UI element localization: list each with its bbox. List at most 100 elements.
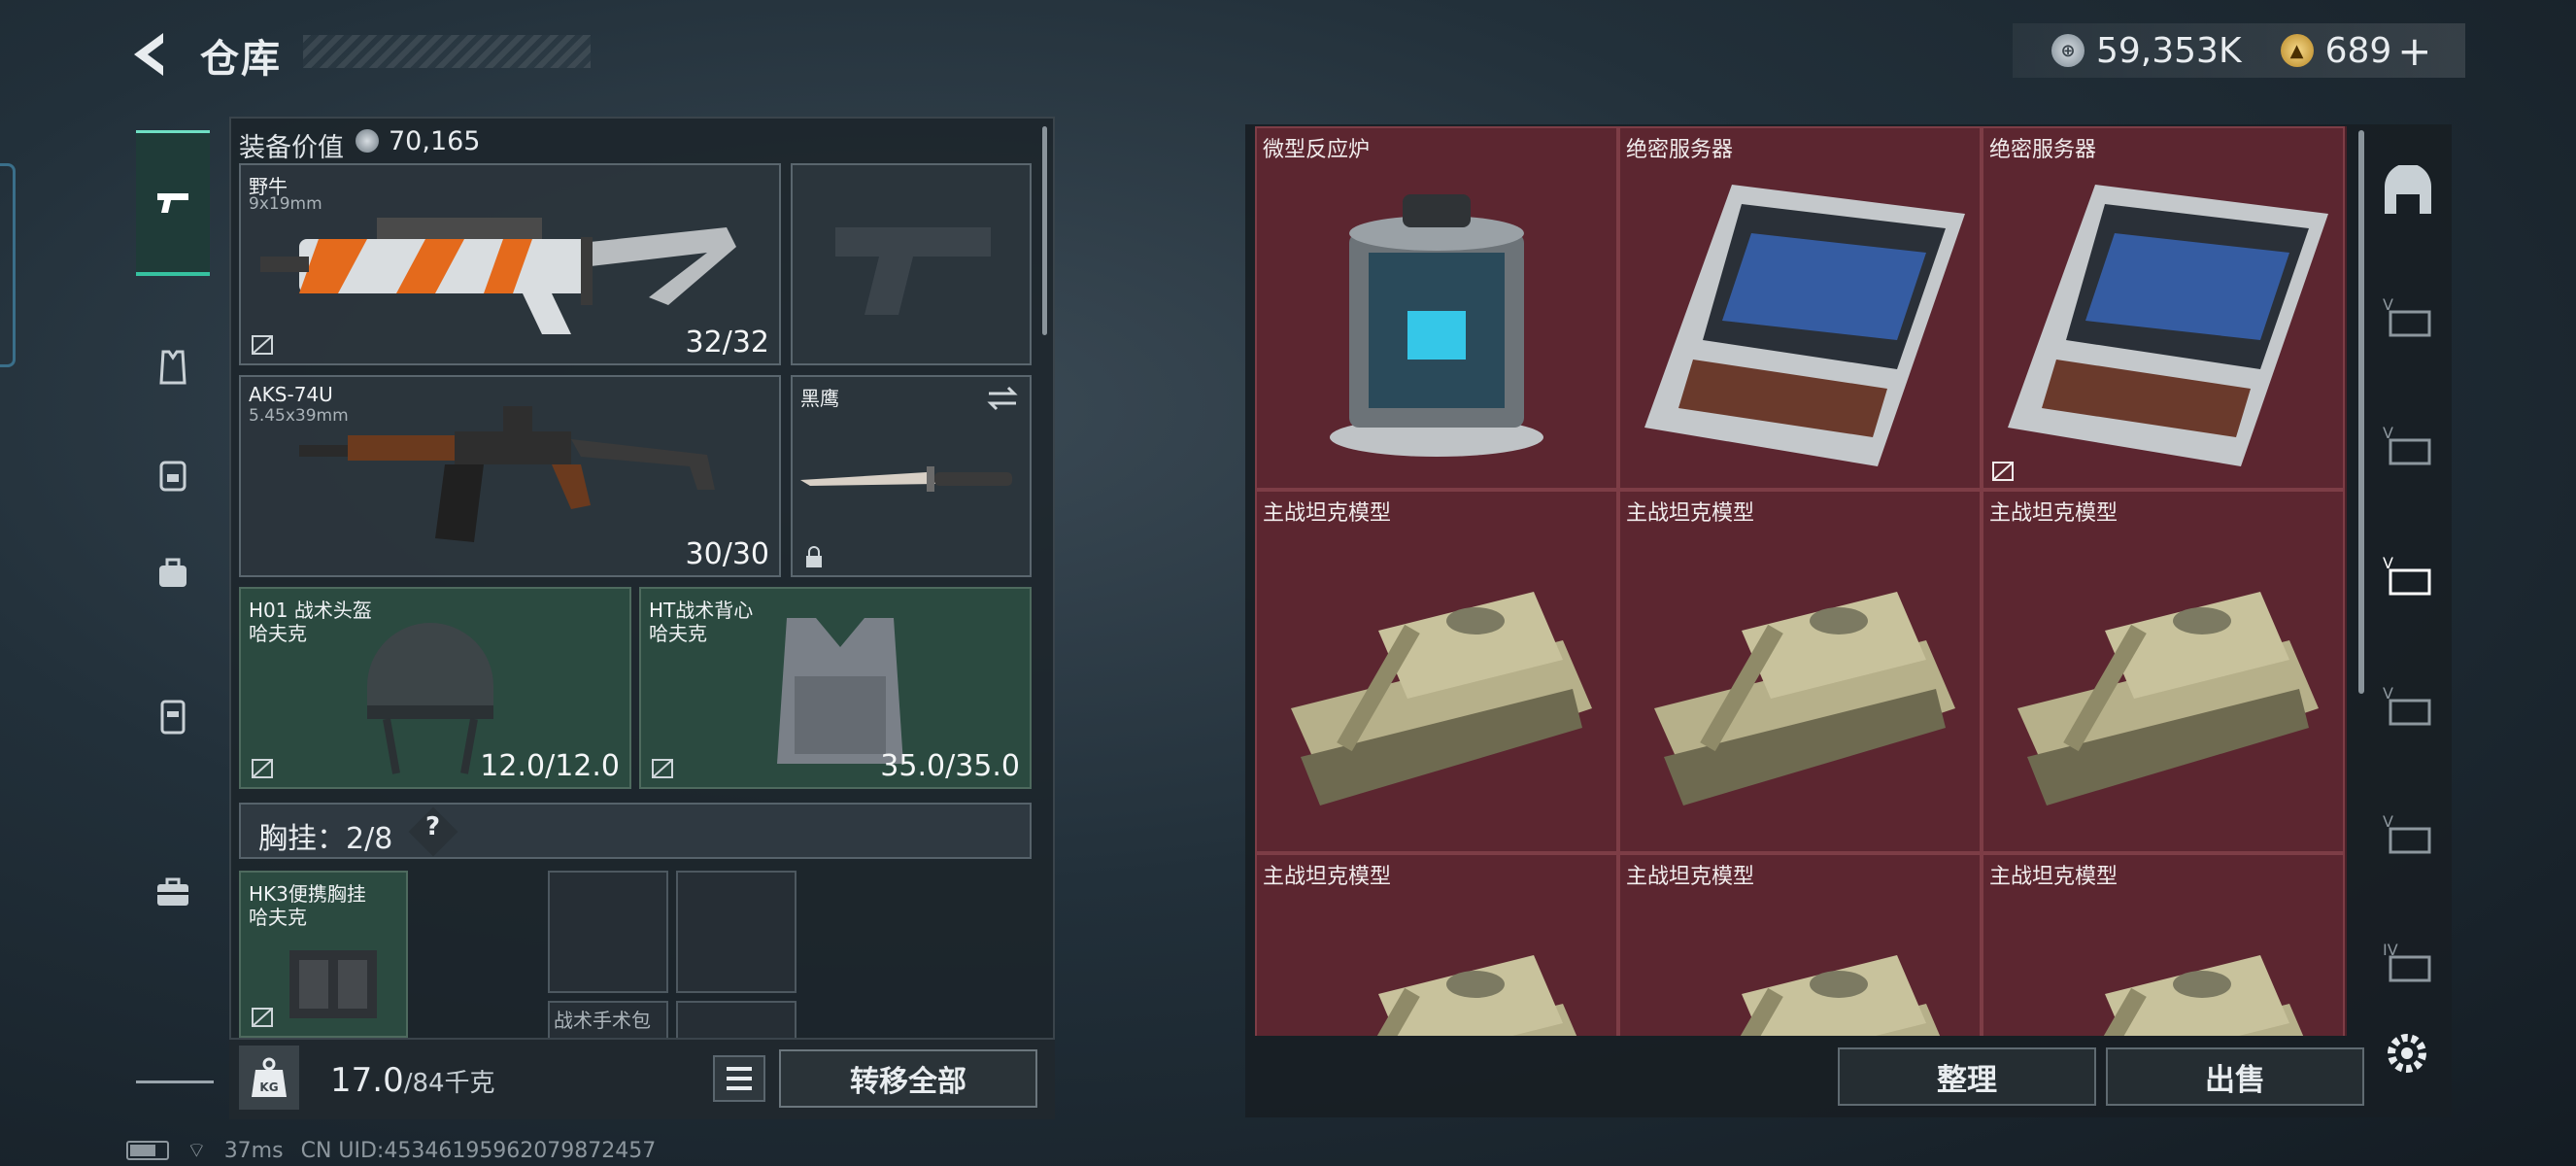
- equipment-scrollbar[interactable]: [1042, 126, 1047, 335]
- ping-readout: 37ms: [223, 1138, 284, 1163]
- list-icon: [727, 1067, 752, 1071]
- melee-name: 黑鹰: [800, 387, 839, 410]
- tab-weapons[interactable]: [136, 130, 210, 276]
- storage-item-reactor[interactable]: 微型反应炉: [1255, 126, 1618, 490]
- kg-label: KG: [259, 1080, 278, 1094]
- tab-case[interactable]: [136, 669, 210, 766]
- user-uid: CN UID:4534619596207987​2457: [300, 1138, 657, 1163]
- tank-image: [1291, 591, 1592, 806]
- swap-icon[interactable]: [985, 385, 1020, 412]
- pocket-slot-label: 战术手术包: [554, 1009, 651, 1032]
- back-arrow-icon[interactable]: [124, 27, 179, 82]
- armor-durability: 35.0/35.0: [880, 749, 1020, 783]
- storage-item-tank[interactable]: 主战坦克模型: [1255, 853, 1618, 1036]
- storage-item-name: 主战坦克模型: [1626, 501, 1755, 526]
- storage-item-tank[interactable]: 主战坦克模型: [1618, 853, 1982, 1036]
- storage-item-name: 绝密服务器: [1626, 138, 1734, 162]
- reactor-image: [1330, 193, 1543, 457]
- help-icon[interactable]: ?: [425, 812, 440, 841]
- storage-item-server[interactable]: 绝密服务器: [1982, 126, 2345, 490]
- primary-weapon-slot[interactable]: 野牛 9x19mm 32/32: [239, 163, 781, 365]
- currency-bar: ⊕ 59,353K ▲ 689 +: [2013, 23, 2465, 78]
- secondary-weapon-slot[interactable]: AKS-74U 5.45x39mm 30/30: [239, 375, 781, 577]
- equipment-value: 70,165: [389, 126, 481, 156]
- equipment-value-label: 装备价值: [239, 133, 344, 163]
- storage-box-icon: V: [2383, 554, 2431, 596]
- storage-item-name: 主战坦克模型: [1626, 865, 1755, 889]
- storage-item-tank[interactable]: 主战坦克模型: [1982, 490, 2345, 853]
- bind-lock-icon: [1992, 462, 2014, 481]
- storage-item-name: 主战坦克模型: [1263, 501, 1392, 526]
- tab-backpack[interactable]: [136, 426, 210, 523]
- armor-slot[interactable]: HT战术背心 哈夫克 35.0/35.0: [639, 587, 1032, 789]
- add-currency-button[interactable]: +: [2397, 27, 2431, 75]
- tab-armor[interactable]: [136, 319, 210, 416]
- helmet-brand: 哈夫克: [249, 622, 307, 645]
- storage-item-server[interactable]: 绝密服务器: [1618, 126, 1982, 490]
- storage-item-name: 主战坦克模型: [1989, 501, 2118, 526]
- list-icon-line: [727, 1077, 752, 1080]
- storage-tab-home[interactable]: [2376, 163, 2440, 222]
- chest-rig-image: [289, 950, 377, 1018]
- storage-tab-v5[interactable]: V: [2376, 806, 2440, 865]
- storage-box-icon: V: [2383, 684, 2431, 726]
- tab-toolbox[interactable]: [136, 843, 210, 941]
- sell-button[interactable]: 出售: [2106, 1047, 2364, 1106]
- list-view-button[interactable]: [713, 1055, 765, 1102]
- gear-icon[interactable]: [2380, 1026, 2434, 1080]
- tank-image: [1700, 954, 1941, 1036]
- storage-box-icon: IV: [2383, 941, 2431, 982]
- list-icon-line: [727, 1086, 752, 1090]
- storage-item-art: [1998, 533, 2328, 839]
- pistol-slot-empty[interactable]: [791, 163, 1032, 365]
- storage-scrollbar[interactable]: [2358, 130, 2364, 694]
- chest-rig-capacity: 胸挂：2/8: [258, 822, 393, 856]
- storage-box-icon: V: [2383, 424, 2431, 465]
- storage-tab-v2[interactable]: V: [2376, 418, 2440, 476]
- storage-item-name: 主战坦克模型: [1263, 865, 1392, 889]
- storage-item-art: [1635, 175, 1965, 470]
- bind-lock-icon: [252, 1008, 273, 1027]
- storage-tab-iv[interactable]: IV: [2376, 935, 2440, 993]
- storage-box-icon: V: [2383, 812, 2431, 854]
- status-bar: ⌔ 37ms CN UID:4534619596207987​2457: [126, 1137, 656, 1164]
- side-handle[interactable]: [0, 163, 16, 367]
- transfer-all-button[interactable]: 转移全部: [779, 1049, 1037, 1108]
- gold-amount: 689: [2324, 30, 2392, 71]
- tab-bag[interactable]: [136, 523, 210, 620]
- storage-item-name: 主战坦克模型: [1989, 865, 2118, 889]
- category-rail: [128, 124, 218, 1086]
- storage-item-tank[interactable]: 主战坦克模型: [1255, 490, 1618, 853]
- bag-icon: [159, 558, 186, 587]
- storage-tab-v4[interactable]: V: [2376, 678, 2440, 737]
- storage-item-art: [1635, 897, 1965, 1036]
- server-image: [1644, 184, 1965, 466]
- storage-item-tank[interactable]: 主战坦克模型: [1618, 490, 1982, 853]
- chest-pocket-slot[interactable]: [676, 871, 797, 993]
- storage-tab-v1[interactable]: V: [2376, 290, 2440, 348]
- bind-lock-icon: [252, 335, 273, 355]
- chest-pocket-slot[interactable]: [548, 871, 668, 993]
- weight-button[interactable]: KG: [239, 1046, 299, 1110]
- tank-image: [1337, 954, 1577, 1036]
- melee-slot[interactable]: 黑鹰: [791, 375, 1032, 577]
- backpack-icon: [159, 461, 186, 492]
- pistol-placeholder-icon: [835, 227, 991, 315]
- case-icon: [160, 700, 186, 735]
- smg-image: [260, 218, 736, 334]
- storage-item-tank[interactable]: 主战坦克模型: [1982, 853, 2345, 1036]
- weight-icon: KG: [252, 1057, 287, 1097]
- storage-item-art: [1998, 897, 2328, 1036]
- storage-tab-v3-active[interactable]: V: [2376, 548, 2440, 606]
- wifi-icon: ⌔: [186, 1139, 207, 1163]
- weight-readout: 17.0/84千克: [330, 1061, 495, 1100]
- helmet-slot[interactable]: H01 战术头盔 哈夫克 12.0/12.0: [239, 587, 631, 789]
- chest-rig-slot[interactable]: HK3便携胸挂 哈夫克: [239, 871, 408, 1038]
- chest-pocket-slot[interactable]: [676, 1001, 797, 1040]
- sort-button[interactable]: 整理: [1838, 1047, 2096, 1106]
- silver-coin-icon: [356, 129, 379, 153]
- ammo-count: 30/30: [685, 537, 769, 571]
- title-decoration: [303, 35, 591, 68]
- bind-lock-icon: [652, 759, 673, 778]
- storage-item-art: [1998, 175, 2328, 470]
